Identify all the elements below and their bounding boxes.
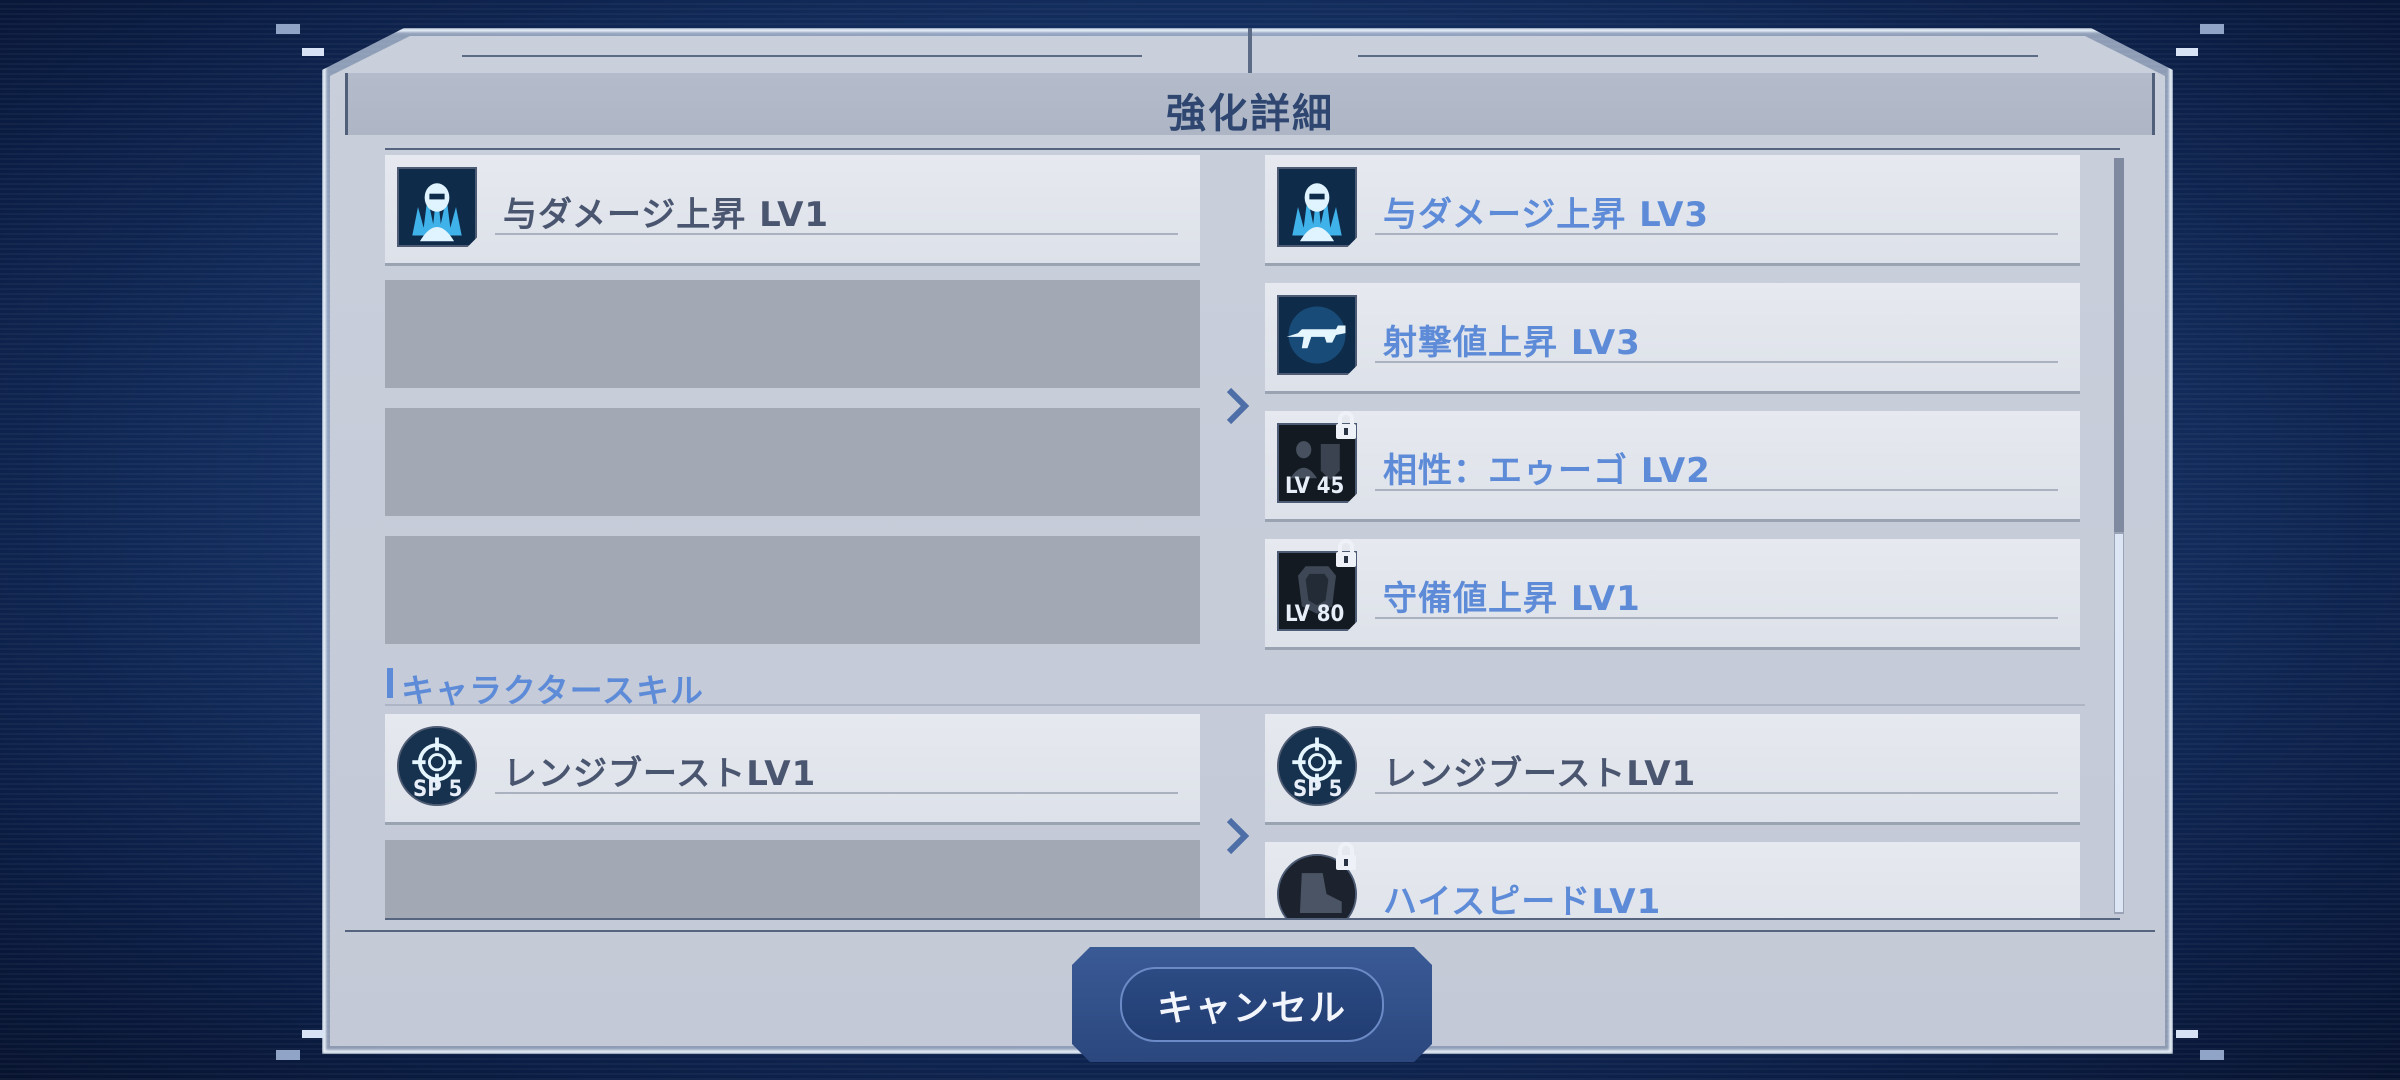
footer-divider [345,930,2155,932]
scrollbar-thumb[interactable] [2114,158,2124,532]
cancel-button-label: キャンセル [1156,988,1347,1029]
after-enhancement-card: 与ダメージ上昇 LV3 [1265,155,2080,263]
pilot-damage-icon [1277,167,1357,247]
frame-line-right [1358,55,2038,57]
cancel-button[interactable]: キャンセル [1072,947,1432,1062]
dialog-title: 強化詳細 [1166,91,1334,137]
frame-corner-deco [2200,1050,2224,1060]
after-skill-card-locked: ハイスピードLV1 [1265,842,2080,918]
dialog-header: 強化詳細 [345,73,2155,137]
before-enhancement-card: 与ダメージ上昇 LV1 [385,155,1200,263]
frame-line-left [462,55,1142,57]
section-title: キャラクタースキル [401,671,705,710]
frame-corner-deco [276,1050,300,1060]
card-divider [1375,792,2058,794]
enhancement-list[interactable]: 与ダメージ上昇 LV1 与ダメージ上昇 LV3 射撃値上昇 LV3 LV 45 … [385,150,2085,918]
section-header-character-skill: キャラクタースキル [385,660,2085,710]
enhancement-label: 射撃値上昇 LV3 [1383,323,1641,363]
pilot-damage-icon [397,167,477,247]
frame-center-mark [1248,28,1252,74]
skill-label: レンジブーストLV1 [1383,754,1697,794]
card-divider [495,792,1178,794]
after-skill-card: SP 5 レンジブーストLV1 [1265,714,2080,822]
sp-cost-badge: SP 5 [1293,777,1343,802]
lock-icon [1336,411,1356,439]
after-enhancement-card-locked: LV 80 守備値上昇 LV1 [1265,539,2080,647]
after-enhancement-card: 射撃値上昇 LV3 [1265,283,2080,391]
crosshair-icon: SP 5 [397,726,477,806]
after-enhancement-card-locked: LV 45 相性：エゥーゴ LV2 [1265,411,2080,519]
frame-corner-deco [2200,24,2224,34]
sp-cost-badge: SP 5 [413,777,463,802]
frame-corner-deco [2176,48,2198,56]
frame-corner-deco [276,24,300,34]
required-level-badge: LV 45 [1285,474,1345,499]
enhancement-label: 与ダメージ上昇 LV1 [503,195,830,235]
card-divider [1375,489,2058,491]
card-divider [1375,233,2058,235]
chevron-right-icon [1226,387,1250,425]
empty-slot [385,408,1200,516]
empty-slot [385,280,1200,388]
frame-corner-deco [2176,1030,2198,1038]
scrollbar[interactable] [2114,158,2124,914]
lock-icon [1336,842,1356,870]
card-divider [1375,361,2058,363]
enhancement-label: 守備値上昇 LV1 [1383,579,1641,619]
skill-label: レンジブーストLV1 [503,754,817,794]
lock-icon [1336,539,1356,567]
card-divider [1375,617,2058,619]
card-divider [495,233,1178,235]
chevron-right-icon [1226,817,1250,855]
before-skill-card: SP 5 レンジブーストLV1 [385,714,1200,822]
skill-label: ハイスピードLV1 [1383,882,1662,918]
required-level-badge: LV 80 [1285,602,1345,627]
enhancement-label: 相性：エゥーゴ LV2 [1383,451,1711,491]
empty-slot [385,536,1200,644]
frame-corner-deco [302,48,324,56]
enhancement-label: 与ダメージ上昇 LV3 [1383,195,1710,235]
rifle-icon [1277,295,1357,375]
frame-corner-deco [302,1030,324,1038]
scrollbar-track-highlight [2115,534,2123,912]
crosshair-icon: SP 5 [1277,726,1357,806]
section-accent-bar [387,668,393,698]
empty-slot [385,840,1200,918]
